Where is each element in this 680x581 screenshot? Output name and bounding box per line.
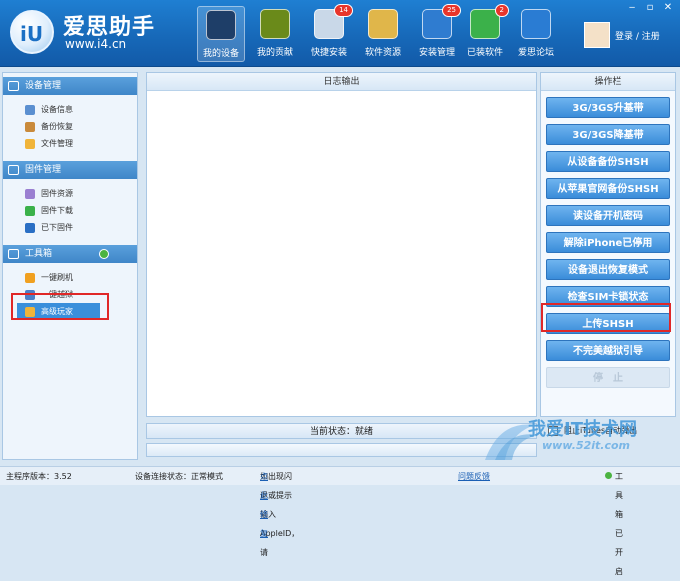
minimize-icon[interactable]: ‒ xyxy=(624,2,640,14)
lightning-icon xyxy=(25,273,35,283)
sidebar-item-file-manager[interactable]: 文件管理 xyxy=(3,135,137,152)
section-toolbox[interactable]: 工具箱 xyxy=(3,245,137,263)
read-passcode-button[interactable]: 读设备开机密码 xyxy=(546,205,670,226)
toolbox-status: 工具箱已开启 xyxy=(605,467,623,576)
checkmark-icon: 2 xyxy=(470,4,509,39)
forum-logo-icon xyxy=(521,9,551,39)
upgrade-baseband-button[interactable]: 3G/3GS升基带 xyxy=(546,97,670,118)
tethered-jailbreak-boot-button[interactable]: 不完美越狱引导 xyxy=(546,340,670,361)
log-output-title: 日志输出 xyxy=(147,73,536,91)
nav-software-resources[interactable]: 软件资源 xyxy=(359,6,407,62)
stop-button[interactable]: 停 止 xyxy=(546,367,670,388)
operations-panel: 操作栏 3G/3GS升基带 3G/3GS降基带 从设备备份SHSH 从苹果官网备… xyxy=(540,72,676,417)
installed-software-badge: 2 xyxy=(494,4,509,17)
sidebar-item-downloaded-firmware[interactable]: 已下固件 xyxy=(3,219,137,236)
person-icon xyxy=(25,122,35,132)
sidebar-item-device-info[interactable]: 设备信息 xyxy=(3,101,137,118)
sidebar-item-firmware-download[interactable]: 固件下载 xyxy=(3,202,137,219)
feedback-link[interactable]: 问题反馈 xyxy=(458,467,490,486)
maximize-icon[interactable]: ▫ xyxy=(642,2,658,14)
check-icon xyxy=(99,249,109,259)
title-bar: iU 爱思助手 www.i4.cn 我的设备 我的贡献 14 快捷安装 软件资源… xyxy=(0,0,680,67)
chart-icon xyxy=(260,9,290,39)
monitor-icon xyxy=(8,81,19,91)
log-output-panel: 日志输出 xyxy=(146,72,537,417)
repair-link[interactable]: 点此修复 xyxy=(260,467,268,543)
app-logo: iU xyxy=(10,10,54,54)
downgrade-baseband-button[interactable]: 3G/3GS降基带 xyxy=(546,124,670,145)
login-register-link[interactable]: 登录 / 注册 xyxy=(615,29,660,42)
avatar[interactable] xyxy=(584,22,610,48)
apps-icon xyxy=(368,9,398,39)
section-firmware-management[interactable]: 固件管理 xyxy=(3,161,137,179)
folder-icon xyxy=(25,139,35,149)
highlight-box xyxy=(541,303,671,332)
ringtone-icon: 14 xyxy=(314,4,353,39)
nav-installed-software[interactable]: 2 已装软件 xyxy=(461,4,509,62)
exit-recovery-button[interactable]: 设备退出恢复模式 xyxy=(546,259,670,280)
highlight-box xyxy=(11,293,109,320)
firmware-resources-icon xyxy=(25,189,35,199)
section-device-management[interactable]: 设备管理 xyxy=(3,77,137,95)
quick-install-badge: 14 xyxy=(334,4,353,17)
nav-install-manager[interactable]: 25 安装管理 xyxy=(413,4,461,62)
nav-quick-install[interactable]: 14 快捷安装 xyxy=(305,4,353,62)
sidebar: 设备管理 设备信息 备份恢复 文件管理 固件管理 固件资源 固件下载 已下固件 … xyxy=(2,72,138,460)
ios-icon xyxy=(25,223,35,233)
nav-forum[interactable]: 爱思论坛 xyxy=(512,6,560,62)
sidebar-item-firmware-resources[interactable]: 固件资源 xyxy=(3,185,137,202)
current-status: 当前状态：就绪 xyxy=(146,423,537,439)
status-footer: 主程序版本：3.52 设备连接状态：正常模式 如出现闪退或提示输入AppleID… xyxy=(0,466,680,576)
sidebar-item-one-click-flash[interactable]: 一键刷机 xyxy=(3,269,137,286)
nav-my-contribution[interactable]: 我的贡献 xyxy=(251,6,299,62)
backup-shsh-apple-button[interactable]: 从苹果官网备份SHSH xyxy=(546,178,670,199)
progress-bar xyxy=(146,443,537,457)
close-icon[interactable]: ✕ xyxy=(660,2,676,14)
phone-icon xyxy=(206,10,236,40)
nav-my-device[interactable]: 我的设备 xyxy=(197,6,245,62)
status-dot-icon xyxy=(605,472,612,479)
download-icon: 25 xyxy=(422,4,461,39)
firmware-icon xyxy=(8,165,19,175)
backup-shsh-device-button[interactable]: 从设备备份SHSH xyxy=(546,151,670,172)
app-url: www.i4.cn xyxy=(65,37,127,51)
tools-icon xyxy=(8,249,19,259)
watermark: 我爱IT技术网 www.52it.com xyxy=(480,415,675,465)
download-arrow-icon xyxy=(25,206,35,216)
sidebar-item-backup-restore[interactable]: 备份恢复 xyxy=(3,118,137,135)
install-manager-badge: 25 xyxy=(442,4,461,17)
device-info-icon xyxy=(25,105,35,115)
unlock-disabled-button[interactable]: 解除iPhone已停用 xyxy=(546,232,670,253)
operations-title: 操作栏 xyxy=(541,73,675,91)
connection-status: 设备连接状态：正常模式 xyxy=(135,472,223,481)
version-label: 主程序版本：3.52 xyxy=(6,472,72,481)
